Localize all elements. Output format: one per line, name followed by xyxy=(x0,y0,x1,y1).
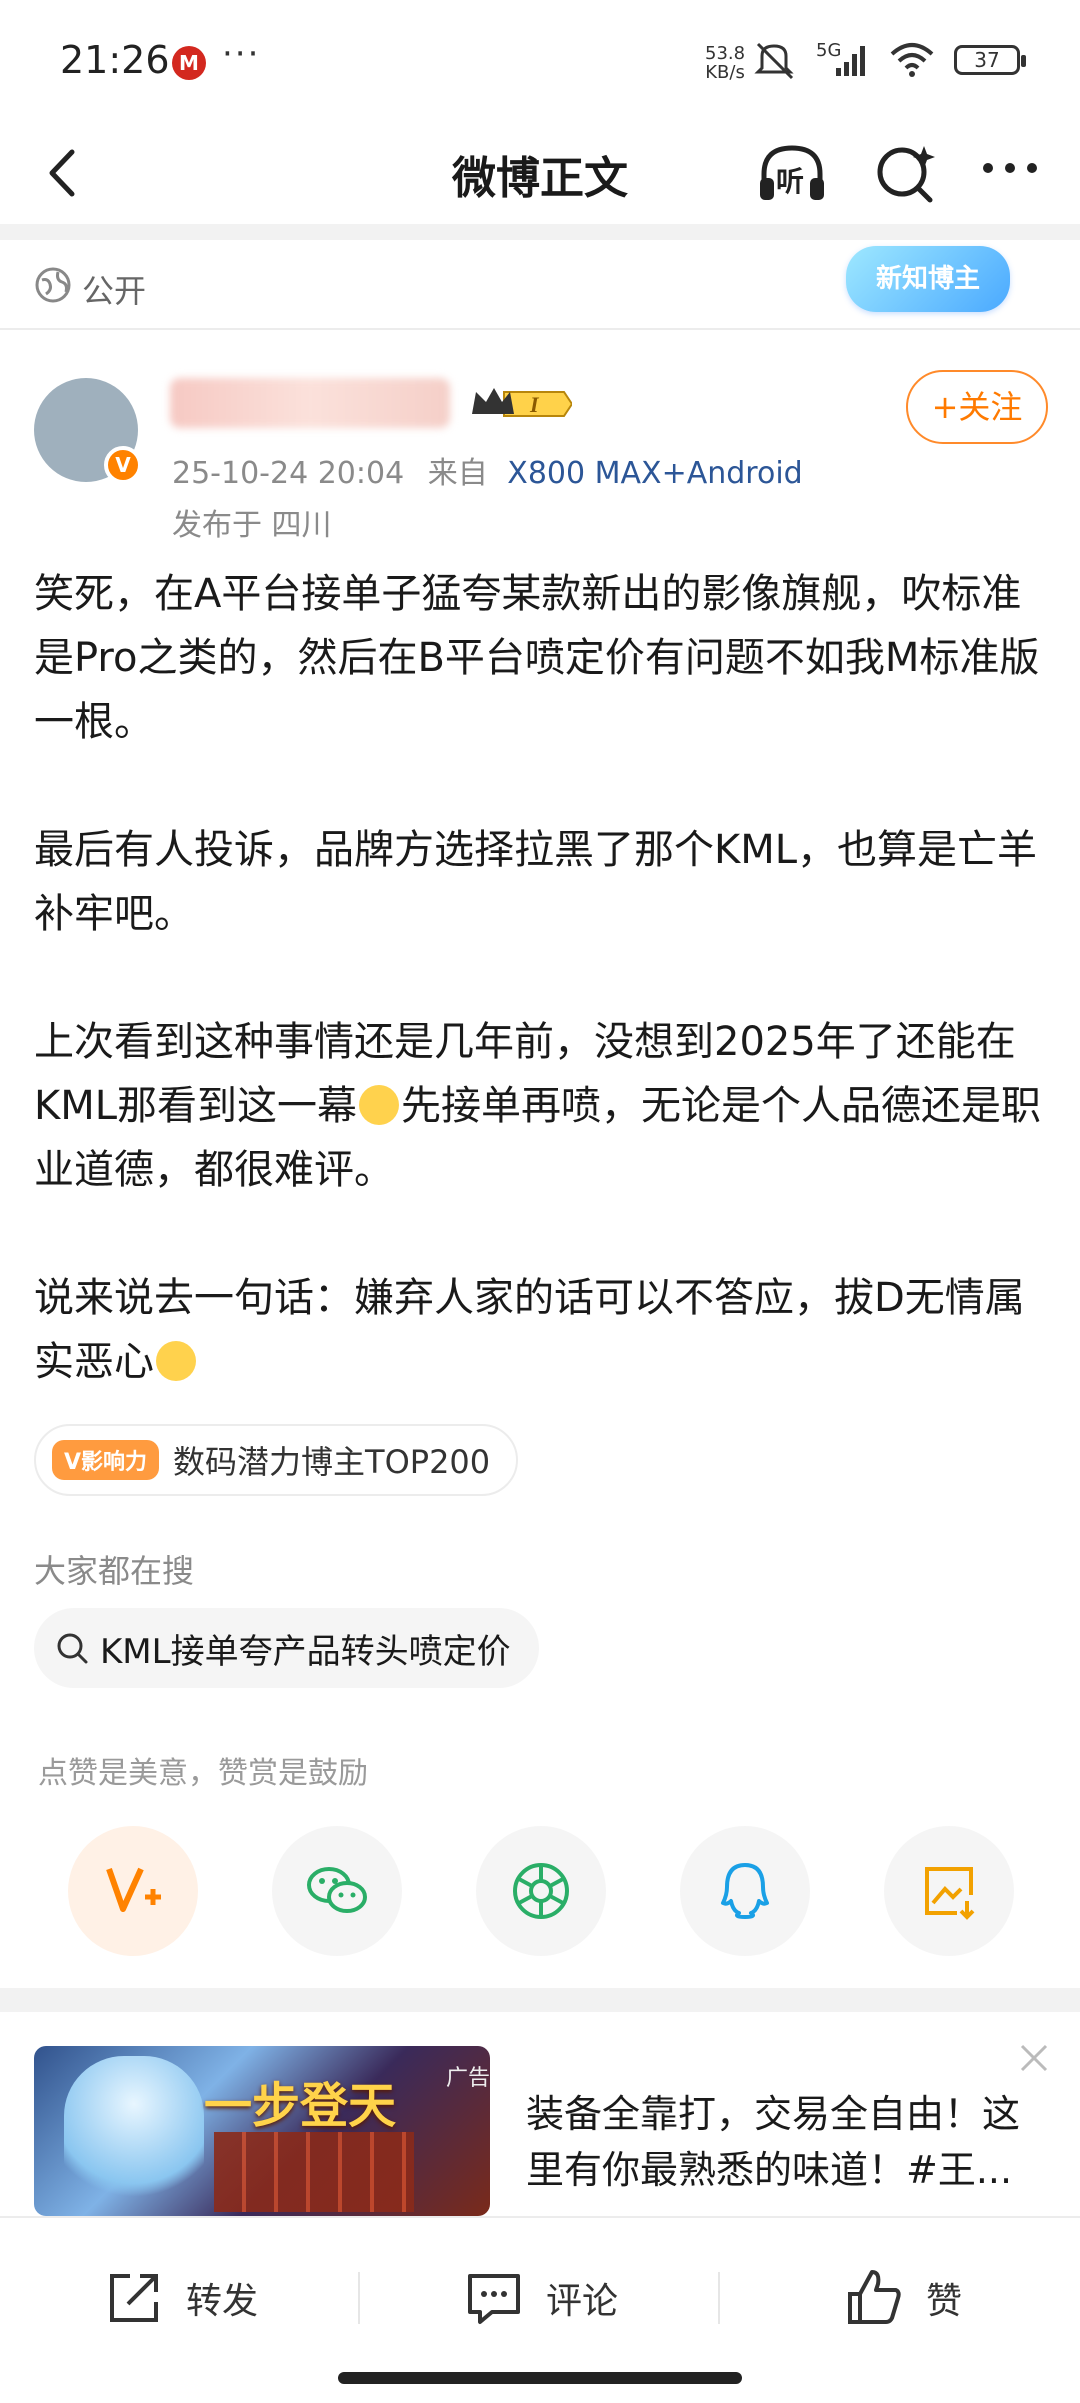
post-date: 25-10-24 20:04 xyxy=(172,456,405,491)
trending-search-text: KML接单夸产品转头喷定价 xyxy=(100,1631,511,1672)
post-meta: 25-10-24 20:04 来自 X800 MAX+Android xyxy=(172,448,803,492)
svg-text:I: I xyxy=(529,392,540,417)
wifi-icon xyxy=(890,43,934,77)
thinking-emoji-icon xyxy=(156,1341,196,1381)
separator xyxy=(718,2272,720,2324)
comment-label: 评论 xyxy=(546,2281,619,2322)
divider xyxy=(0,1988,1080,2012)
separator xyxy=(358,2272,360,2324)
repost-button[interactable]: 转发 xyxy=(102,2258,258,2338)
new-blogger-badge[interactable]: 新知博主 xyxy=(846,246,1010,312)
share-moments-button[interactable] xyxy=(476,1826,606,1956)
close-icon[interactable] xyxy=(1016,2040,1052,2076)
trending-search-chip[interactable]: KML接单夸产品转头喷定价 xyxy=(34,1608,539,1688)
app-notification-icon: M xyxy=(172,46,206,80)
reward-hint: 点赞是美意，赞赏是鼓励 xyxy=(38,1756,368,1791)
thumbs-up-icon xyxy=(848,2270,901,2324)
visibility-label: 公开 xyxy=(82,272,147,310)
like-label: 赞 xyxy=(926,2281,963,2322)
search-icon[interactable] xyxy=(866,134,946,214)
wechat-icon xyxy=(307,1867,367,1913)
ad-tag: 广告 xyxy=(446,2066,490,2091)
qq-icon xyxy=(721,1863,769,1919)
post-paragraph: 说来说去一句话：嫌弃人家的话可以不答应，拔D无情属实恶心 xyxy=(34,1266,1044,1394)
save-image-icon xyxy=(925,1867,975,1920)
moments-icon xyxy=(513,1863,569,1919)
vip-crown-icon[interactable]: I xyxy=(468,384,572,424)
post-location: 发布于 四川 xyxy=(172,508,332,543)
username-blurred[interactable] xyxy=(170,378,450,428)
signal-icon: 5G xyxy=(816,40,870,80)
battery-icon: 37 xyxy=(954,45,1026,75)
post-paragraph: 笑死，在A平台接单子猛夸某款新出的影像旗舰，吹标准是Pro之类的，然后在B平台喷… xyxy=(34,571,1040,745)
status-more: ··· xyxy=(222,34,261,74)
divider xyxy=(0,224,1080,240)
save-image-button[interactable] xyxy=(884,1826,1014,1956)
v-plus-icon xyxy=(106,1867,161,1912)
home-indicator[interactable] xyxy=(338,2372,742,2384)
listen-label: 听 xyxy=(776,165,805,198)
status-time: 21:26 xyxy=(60,38,170,82)
search-icon xyxy=(57,1633,88,1664)
share-qq-button[interactable] xyxy=(680,1826,810,1956)
post-paragraph: 上次看到这种事情还是几年前，没想到2025年了还能在KML那看到这一幕 先接单再喷… xyxy=(34,1010,1044,1202)
trending-search-title: 大家都在搜 xyxy=(34,1552,195,1590)
post-source[interactable]: X800 MAX+Android xyxy=(507,456,802,491)
ad-text[interactable]: 装备全靠打，交易全自由！这里有你最熟悉的味道！#王... xyxy=(526,2086,1046,2198)
shush-emoji-icon xyxy=(359,1085,400,1125)
influence-tag[interactable]: V影响力 数码潜力博主TOP200 xyxy=(34,1424,519,1496)
ad-image[interactable]: 一步登天 广告 xyxy=(34,2046,490,2216)
comment-button[interactable]: 评论 xyxy=(462,2258,618,2338)
ad-fairy-art xyxy=(64,2056,204,2216)
reward-button[interactable] xyxy=(68,1826,198,1956)
post-paragraph: 最后有人投诉，品牌方选择拉黑了那个KML，也算是亡羊补牢吧。 xyxy=(34,827,1038,937)
network-speed-unit: KB/s xyxy=(705,62,745,83)
share-row xyxy=(0,1826,1080,1956)
mute-icon xyxy=(754,42,794,80)
influence-badge: V影响力 xyxy=(52,1440,160,1480)
network-speed: 53.8 KB/s xyxy=(705,44,745,82)
repost-icon xyxy=(110,2274,158,2322)
follow-button[interactable]: +关注 xyxy=(906,370,1048,444)
ad-item-grid xyxy=(214,2132,414,2212)
status-icons: 5G 37 xyxy=(752,40,1026,80)
comment-icon xyxy=(468,2274,520,2324)
share-wechat-button[interactable] xyxy=(272,1826,402,1956)
more-icon[interactable] xyxy=(970,134,1050,214)
source-prefix: 来自 xyxy=(427,456,488,491)
repost-label: 转发 xyxy=(186,2281,259,2322)
ad-image-title: 一步登天 xyxy=(204,2078,397,2134)
network-speed-value: 53.8 xyxy=(705,43,746,64)
globe-icon xyxy=(35,267,71,303)
status-bar: 21:26 M ··· 53.8 KB/s 5G 37 xyxy=(0,0,1080,128)
influence-text: 数码潜力博主TOP200 xyxy=(173,1443,491,1481)
nav-bar: 微博正文 听 xyxy=(0,128,1080,224)
verified-icon: V xyxy=(104,446,142,484)
post-body: 笑死，在A平台接单子猛夸某款新出的影像旗舰，吹标准是Pro之类的，然后在B平台喷… xyxy=(34,562,1044,1394)
like-button[interactable]: 赞 xyxy=(842,2258,962,2338)
listen-button[interactable]: 听 xyxy=(752,134,832,214)
